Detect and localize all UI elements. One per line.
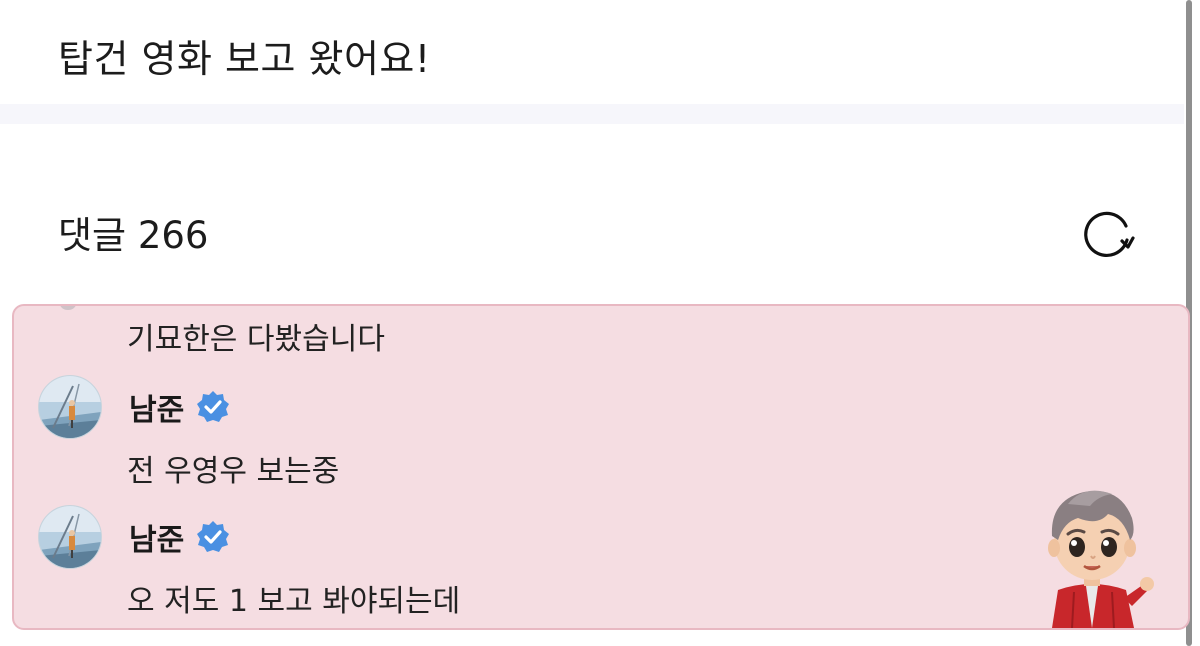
comment-text: 오 저도 1 보고 봐야되는데 [127, 584, 461, 619]
comment-text: 기묘한은 다봤습니다 [127, 322, 385, 357]
character-sticker [1048, 490, 1154, 628]
refresh-icon [1084, 211, 1135, 257]
highlighted-comment-thread: 기묘한은 다봤습니다 남준 전 우영우 보는중 남준 오 저도 1 보고 봐야되… [12, 304, 1190, 630]
comments-count-header: 댓글 266 [58, 214, 209, 257]
comment-text: 전 우영우 보는중 [127, 454, 340, 489]
author-name[interactable]: 남준 [129, 385, 184, 429]
author-name[interactable]: 남준 [129, 515, 184, 559]
avatar[interactable] [38, 505, 102, 569]
comment-author-row[interactable]: 남준 [38, 374, 230, 440]
avatar[interactable] [38, 375, 102, 439]
partial-avatar [60, 306, 76, 310]
verified-badge-icon [197, 521, 230, 552]
refresh-button[interactable] [1076, 206, 1136, 262]
post-title: 탑건 영화 보고 왔어요! [58, 37, 431, 81]
verified-badge-icon [197, 391, 230, 422]
comment-author-row[interactable]: 남준 [38, 504, 230, 570]
section-divider [0, 104, 1184, 124]
